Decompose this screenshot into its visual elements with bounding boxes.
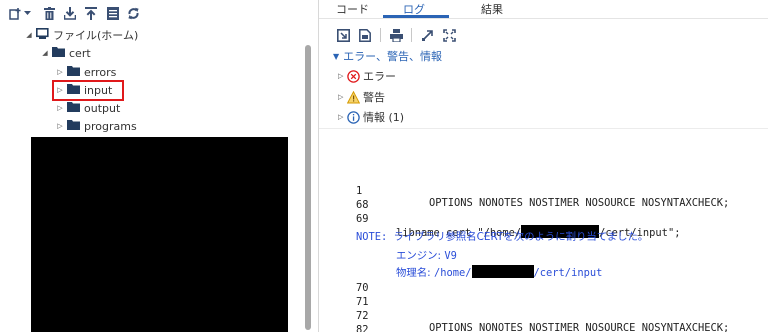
navigator-toolbar — [8, 4, 142, 22]
folder-icon — [52, 46, 65, 60]
info-label: 情報 (1) — [363, 111, 405, 124]
tree-item-label: output — [84, 101, 121, 115]
line-number: 82 — [356, 324, 369, 332]
fullscreen-icon[interactable] — [441, 27, 457, 43]
tree-item-label: programs — [84, 119, 137, 133]
toolbar-separator — [380, 28, 381, 42]
log-toolbar — [335, 27, 463, 43]
warnings-row[interactable]: ▷ 警告 — [338, 89, 385, 105]
expand-arrow-icon[interactable]: ▷ — [55, 122, 65, 130]
upload-icon[interactable] — [80, 4, 102, 22]
input-folder-highlight — [52, 80, 124, 101]
tree-item-programs[interactable]: ▷ programs — [55, 117, 137, 135]
tree-item-home[interactable]: ◢ ファイル(ホーム) — [24, 26, 138, 44]
log-line: 1 OPTIONS NONOTES NOSTIMER NOSOURCE NOSY… — [319, 173, 768, 209]
errors-row[interactable]: ▷ エラー — [338, 68, 396, 84]
info-icon — [347, 110, 360, 124]
tree-item-label: errors — [84, 65, 117, 79]
messages-section-toggle[interactable]: ▼ エラー、警告、情報 — [333, 48, 442, 64]
save-log-icon[interactable] — [335, 27, 351, 43]
expand-arrow-icon: ▷ — [338, 72, 344, 80]
warning-icon — [346, 90, 361, 104]
download-icon[interactable] — [60, 4, 80, 22]
folder-icon — [67, 119, 80, 133]
section-header-label: エラー、警告、情報 — [343, 50, 443, 63]
export-log-icon[interactable] — [357, 27, 373, 43]
log-line: 68 — [319, 187, 768, 211]
tree-item-cert[interactable]: ◢ cert — [40, 44, 91, 62]
error-icon — [347, 69, 360, 83]
summary-divider — [319, 128, 768, 129]
file-navigator-pane: ◢ ファイル(ホーム) ◢ cert ▷ errors ▷ input ▷ ou… — [0, 0, 318, 332]
tree-scrollbar-thumb[interactable] — [305, 45, 311, 330]
tree-item-errors[interactable]: ▷ errors — [55, 63, 116, 81]
expand-icon[interactable] — [419, 27, 435, 43]
tree-item-label: cert — [69, 46, 91, 60]
folder-icon — [67, 65, 80, 79]
redacted-area — [31, 137, 288, 332]
log-line: 71 — [319, 284, 768, 308]
dropdown-arrow-icon[interactable] — [22, 4, 32, 22]
expand-arrow-icon[interactable]: ▷ — [55, 68, 65, 76]
log-note-detail: 物理名: /home//cert/input — [319, 252, 768, 279]
tab-code[interactable]: コード — [336, 1, 369, 17]
info-row[interactable]: ▷ 情報 (1) — [338, 109, 404, 125]
tree-item-output[interactable]: ▷ output — [55, 99, 120, 117]
log-line: 70 — [319, 270, 768, 294]
collapse-arrow-icon: ▼ — [333, 51, 340, 61]
home-drive-icon — [36, 27, 49, 43]
expand-arrow-icon: ▷ — [338, 113, 344, 121]
errors-label: エラー — [363, 70, 396, 83]
log-line: 72 OPTIONS NONOTES NOSTIMER NOSOURCE NOS… — [319, 298, 768, 332]
print-icon[interactable] — [388, 27, 404, 43]
log-line: 82 — [319, 312, 768, 332]
tab-results[interactable]: 結果 — [481, 1, 503, 17]
folder-icon — [67, 101, 80, 115]
log-note-detail: エンジン: V9 — [319, 235, 768, 262]
expand-arrow-icon: ▷ — [338, 93, 344, 101]
editor-tabs: コード ログ 結果 — [319, 0, 768, 19]
warnings-label: 警告 — [363, 91, 385, 104]
tabs-divider — [319, 18, 768, 19]
tree-item-label: ファイル(ホーム) — [53, 29, 139, 42]
delete-icon[interactable] — [38, 4, 60, 22]
toolbar-separator — [411, 28, 412, 42]
properties-icon[interactable] — [102, 4, 124, 22]
log-line: 69 libname cert "/home//cert/input"; — [319, 201, 768, 239]
collapse-arrow-icon[interactable]: ◢ — [40, 49, 50, 57]
refresh-icon[interactable] — [124, 4, 142, 22]
collapse-arrow-icon[interactable]: ◢ — [24, 31, 34, 39]
log-pane: コード ログ 結果 ▼ エラー、警告、情報 ▷ エラー ▷ 警告 ▷ 情報 (1… — [319, 0, 768, 332]
expand-arrow-icon[interactable]: ▷ — [55, 104, 65, 112]
new-item-icon[interactable] — [8, 4, 22, 22]
log-note: NOTE: ライブラリ参照名CERTを次のように割り当てました。 — [319, 216, 768, 243]
